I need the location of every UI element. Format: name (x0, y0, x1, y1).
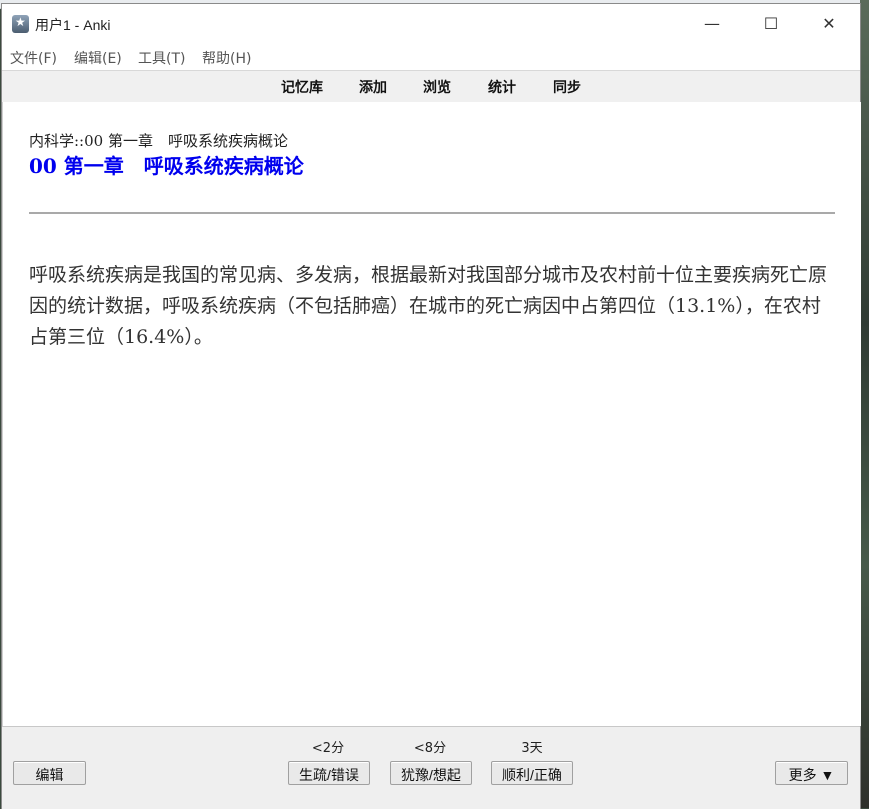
main-toolbar: 记忆库 添加 浏览 统计 同步 (2, 70, 860, 103)
card-body-text: 呼吸系统疾病是我国的常见病、多发病，根据最新对我国部分城市及农村前十位主要疾病死… (29, 264, 828, 348)
desktop-background-right (860, 0, 869, 808)
toolbar-browse[interactable]: 浏览 (423, 77, 451, 97)
interval-again: <2分 (311, 741, 345, 756)
toolbar-stats[interactable]: 统计 (488, 77, 516, 97)
card-divider (29, 212, 835, 214)
anki-app-icon (12, 15, 29, 33)
menu-bar: 文件(F) 编辑(E) 工具(T) 帮助(H) (2, 44, 860, 70)
answer-bar: 编辑 <2分 <8分 3天 生疏/错误 犹豫/想起 顺利/正确 更多 ▼ (2, 726, 860, 809)
interval-good: 3天 (521, 741, 543, 756)
maximize-button[interactable]: ☐ (742, 4, 800, 44)
menu-tools[interactable]: 工具(T) (138, 48, 185, 68)
menu-edit[interactable]: 编辑(E) (74, 48, 122, 68)
interval-hard: <8分 (413, 741, 447, 756)
deck-path: 内科学::00 第一章 呼吸系统疾病概论 (29, 132, 288, 150)
answer-again-button[interactable]: 生疏/错误 (288, 761, 370, 785)
toolbar-decks[interactable]: 记忆库 (281, 77, 323, 97)
card-review-area: 内科学::00 第一章 呼吸系统疾病概论 00 第一章 呼吸系统疾病概论 呼吸系… (2, 102, 861, 726)
close-button[interactable]: ✕ (800, 4, 858, 44)
anki-window: 用户1 - Anki — ☐ ✕ 文件(F) 编辑(E) 工具(T) 帮助(H)… (2, 4, 861, 809)
edit-button[interactable]: 编辑 (13, 761, 86, 785)
toolbar-add[interactable]: 添加 (359, 77, 387, 97)
title-bar[interactable]: 用户1 - Anki — ☐ ✕ (2, 4, 860, 44)
toolbar-sync[interactable]: 同步 (553, 77, 581, 97)
window-title: 用户1 - Anki (35, 17, 111, 33)
menu-file[interactable]: 文件(F) (10, 48, 57, 68)
minimize-button[interactable]: — (683, 4, 741, 44)
answer-good-button[interactable]: 顺利/正确 (491, 761, 573, 785)
answer-hard-button[interactable]: 犹豫/想起 (390, 761, 472, 785)
card-title: 00 第一章 呼吸系统疾病概论 (29, 154, 304, 178)
menu-help[interactable]: 帮助(H) (202, 48, 251, 68)
more-button[interactable]: 更多 ▼ (775, 761, 848, 785)
